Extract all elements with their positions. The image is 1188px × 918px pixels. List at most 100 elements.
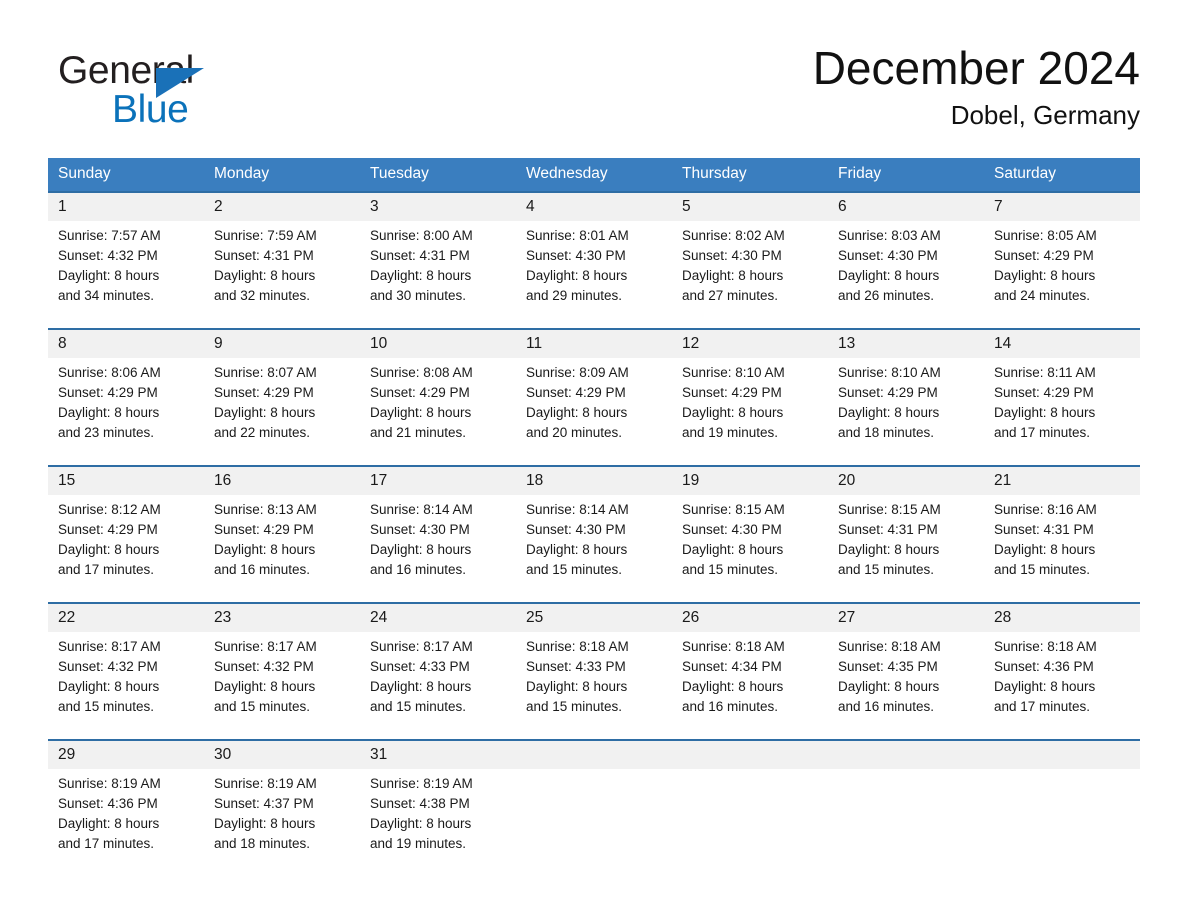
day-number[interactable]: 24 [360, 602, 516, 632]
calendar-page: General Blue December 2024 Dobel, German… [0, 0, 1188, 918]
week-separator-cell [204, 316, 360, 329]
week-separator-cell [360, 590, 516, 603]
day-number[interactable]: 8 [48, 328, 204, 358]
week-info-row: Sunrise: 8:17 AM Sunset: 4:32 PM Dayligh… [48, 632, 1140, 727]
day-number[interactable]: 15 [48, 465, 204, 495]
day-number[interactable]: 21 [984, 465, 1140, 495]
day-cell[interactable]: Sunrise: 8:10 AM Sunset: 4:29 PM Dayligh… [828, 358, 984, 453]
page-title: December 2024 [812, 42, 1140, 94]
day-cell[interactable]: Sunrise: 8:16 AM Sunset: 4:31 PM Dayligh… [984, 495, 1140, 590]
day-cell[interactable]: Sunrise: 8:18 AM Sunset: 4:35 PM Dayligh… [828, 632, 984, 727]
day-number[interactable]: 23 [204, 602, 360, 632]
day-cell[interactable]: Sunrise: 8:13 AM Sunset: 4:29 PM Dayligh… [204, 495, 360, 590]
week-separator-cell [672, 727, 828, 740]
day-cell[interactable]: Sunrise: 8:06 AM Sunset: 4:29 PM Dayligh… [48, 358, 204, 453]
week-separator-cell [360, 727, 516, 740]
week-separator-cell [984, 453, 1140, 466]
day-cell[interactable]: Sunrise: 7:59 AM Sunset: 4:31 PM Dayligh… [204, 221, 360, 316]
day-cell[interactable]: Sunrise: 8:17 AM Sunset: 4:33 PM Dayligh… [360, 632, 516, 727]
day-cell[interactable]: Sunrise: 8:01 AM Sunset: 4:30 PM Dayligh… [516, 221, 672, 316]
day-number[interactable]: 7 [984, 191, 1140, 221]
day-cell[interactable]: Sunrise: 8:09 AM Sunset: 4:29 PM Dayligh… [516, 358, 672, 453]
day-sun-info: Sunrise: 8:00 AM Sunset: 4:31 PM Dayligh… [370, 228, 473, 303]
week-separator-cell [204, 453, 360, 466]
weekday-header-sunday: Sunday [48, 158, 204, 191]
day-sun-info: Sunrise: 8:03 AM Sunset: 4:30 PM Dayligh… [838, 228, 941, 303]
day-cell[interactable]: Sunrise: 8:14 AM Sunset: 4:30 PM Dayligh… [516, 495, 672, 590]
day-number[interactable]: 9 [204, 328, 360, 358]
day-cell[interactable]: Sunrise: 8:11 AM Sunset: 4:29 PM Dayligh… [984, 358, 1140, 453]
week-separator-cell [48, 727, 204, 740]
day-number[interactable]: 10 [360, 328, 516, 358]
day-cell[interactable]: Sunrise: 8:15 AM Sunset: 4:30 PM Dayligh… [672, 495, 828, 590]
day-number[interactable]: 14 [984, 328, 1140, 358]
day-cell[interactable]: Sunrise: 8:18 AM Sunset: 4:33 PM Dayligh… [516, 632, 672, 727]
day-number[interactable]: 28 [984, 602, 1140, 632]
week-date-row: 22 23 24 25 26 27 28 [48, 602, 1140, 632]
day-cell[interactable]: Sunrise: 8:19 AM Sunset: 4:36 PM Dayligh… [48, 769, 204, 864]
day-sun-info: Sunrise: 8:19 AM Sunset: 4:36 PM Dayligh… [58, 776, 161, 851]
day-number[interactable]: 2 [204, 191, 360, 221]
week-separator-cell [48, 453, 204, 466]
day-cell[interactable]: Sunrise: 8:15 AM Sunset: 4:31 PM Dayligh… [828, 495, 984, 590]
day-number[interactable]: 31 [360, 739, 516, 769]
day-cell[interactable]: Sunrise: 8:02 AM Sunset: 4:30 PM Dayligh… [672, 221, 828, 316]
day-cell[interactable]: Sunrise: 8:17 AM Sunset: 4:32 PM Dayligh… [204, 632, 360, 727]
week-separator-cell [204, 590, 360, 603]
empty-day-number [516, 739, 672, 769]
day-cell[interactable]: Sunrise: 8:18 AM Sunset: 4:36 PM Dayligh… [984, 632, 1140, 727]
weekday-header-wednesday: Wednesday [516, 158, 672, 191]
title-block: December 2024 Dobel, Germany [813, 40, 1140, 132]
day-number[interactable]: 27 [828, 602, 984, 632]
week-info-row: Sunrise: 8:06 AM Sunset: 4:29 PM Dayligh… [48, 358, 1140, 453]
day-cell[interactable]: Sunrise: 8:00 AM Sunset: 4:31 PM Dayligh… [360, 221, 516, 316]
day-number[interactable]: 19 [672, 465, 828, 495]
day-number[interactable]: 5 [672, 191, 828, 221]
day-sun-info: Sunrise: 8:10 AM Sunset: 4:29 PM Dayligh… [838, 365, 941, 440]
day-cell[interactable]: Sunrise: 8:19 AM Sunset: 4:38 PM Dayligh… [360, 769, 516, 864]
day-number[interactable]: 22 [48, 602, 204, 632]
day-cell[interactable]: Sunrise: 8:03 AM Sunset: 4:30 PM Dayligh… [828, 221, 984, 316]
day-number[interactable]: 29 [48, 739, 204, 769]
week-date-row: 29 30 31 [48, 739, 1140, 769]
day-number[interactable]: 30 [204, 739, 360, 769]
day-number[interactable]: 17 [360, 465, 516, 495]
week-separator [48, 727, 1140, 740]
day-number[interactable]: 13 [828, 328, 984, 358]
day-number[interactable]: 12 [672, 328, 828, 358]
week-separator-cell [984, 590, 1140, 603]
day-sun-info: Sunrise: 8:19 AM Sunset: 4:38 PM Dayligh… [370, 776, 473, 851]
day-sun-info: Sunrise: 8:18 AM Sunset: 4:36 PM Dayligh… [994, 639, 1097, 714]
week-date-row: 8 9 10 11 12 13 14 [48, 328, 1140, 358]
day-number[interactable]: 16 [204, 465, 360, 495]
day-cell[interactable]: Sunrise: 8:18 AM Sunset: 4:34 PM Dayligh… [672, 632, 828, 727]
day-cell[interactable]: Sunrise: 8:07 AM Sunset: 4:29 PM Dayligh… [204, 358, 360, 453]
day-cell[interactable]: Sunrise: 8:10 AM Sunset: 4:29 PM Dayligh… [672, 358, 828, 453]
week-separator-cell [204, 727, 360, 740]
week-info-row: Sunrise: 7:57 AM Sunset: 4:32 PM Dayligh… [48, 221, 1140, 316]
day-number[interactable]: 20 [828, 465, 984, 495]
day-number[interactable]: 25 [516, 602, 672, 632]
week-separator [48, 316, 1140, 329]
day-sun-info: Sunrise: 8:13 AM Sunset: 4:29 PM Dayligh… [214, 502, 317, 577]
weekday-header-saturday: Saturday [984, 158, 1140, 191]
day-number[interactable]: 26 [672, 602, 828, 632]
day-cell[interactable]: Sunrise: 8:17 AM Sunset: 4:32 PM Dayligh… [48, 632, 204, 727]
day-sun-info: Sunrise: 8:18 AM Sunset: 4:35 PM Dayligh… [838, 639, 941, 714]
day-number[interactable]: 4 [516, 191, 672, 221]
day-number[interactable]: 3 [360, 191, 516, 221]
day-number[interactable]: 11 [516, 328, 672, 358]
day-cell[interactable]: Sunrise: 8:08 AM Sunset: 4:29 PM Dayligh… [360, 358, 516, 453]
week-separator-cell [360, 453, 516, 466]
day-cell[interactable]: Sunrise: 8:12 AM Sunset: 4:29 PM Dayligh… [48, 495, 204, 590]
day-number[interactable]: 18 [516, 465, 672, 495]
day-number[interactable]: 6 [828, 191, 984, 221]
day-cell[interactable]: Sunrise: 8:19 AM Sunset: 4:37 PM Dayligh… [204, 769, 360, 864]
day-cell[interactable]: Sunrise: 8:05 AM Sunset: 4:29 PM Dayligh… [984, 221, 1140, 316]
week-date-row: 15 16 17 18 19 20 21 [48, 465, 1140, 495]
day-cell[interactable]: Sunrise: 7:57 AM Sunset: 4:32 PM Dayligh… [48, 221, 204, 316]
week-separator [48, 453, 1140, 466]
day-cell[interactable]: Sunrise: 8:14 AM Sunset: 4:30 PM Dayligh… [360, 495, 516, 590]
location-subtitle: Dobel, Germany [950, 100, 1140, 130]
day-number[interactable]: 1 [48, 191, 204, 221]
